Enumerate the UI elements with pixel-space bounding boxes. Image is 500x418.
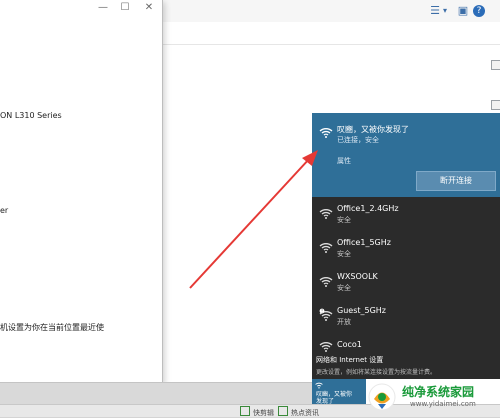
- annotation-arrow: [189, 150, 318, 289]
